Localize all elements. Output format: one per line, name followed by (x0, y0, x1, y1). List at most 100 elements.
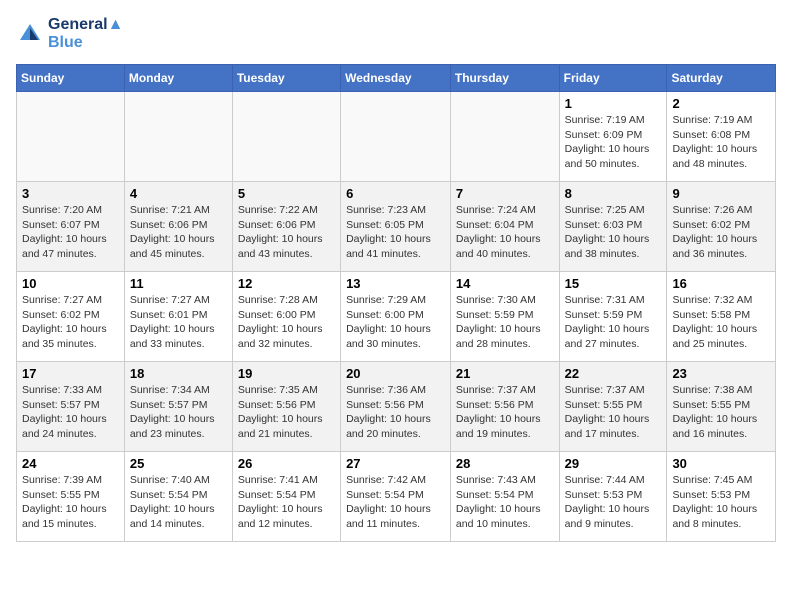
day-info: Sunrise: 7:19 AM Sunset: 6:09 PM Dayligh… (565, 113, 662, 172)
day-number: 25 (130, 456, 227, 471)
day-number: 12 (238, 276, 335, 291)
weekday-header: Saturday (667, 65, 776, 92)
calendar-cell: 7 Sunrise: 7:24 AM Sunset: 6:04 PM Daylig… (450, 182, 559, 272)
day-number: 27 (346, 456, 445, 471)
day-number: 19 (238, 366, 335, 381)
logo: General▲ Blue (16, 16, 123, 52)
calendar-cell: 15 Sunrise: 7:31 AM Sunset: 5:59 PM Dayli… (559, 272, 667, 362)
day-info: Sunrise: 7:21 AM Sunset: 6:06 PM Dayligh… (130, 203, 227, 262)
day-info: Sunrise: 7:32 AM Sunset: 5:58 PM Dayligh… (672, 293, 770, 352)
calendar-cell (124, 92, 232, 182)
day-number: 23 (672, 366, 770, 381)
day-info: Sunrise: 7:45 AM Sunset: 5:53 PM Dayligh… (672, 473, 770, 532)
day-info: Sunrise: 7:36 AM Sunset: 5:56 PM Dayligh… (346, 383, 445, 442)
day-info: Sunrise: 7:28 AM Sunset: 6:00 PM Dayligh… (238, 293, 335, 352)
calendar-cell (341, 92, 451, 182)
day-number: 17 (22, 366, 119, 381)
weekday-header: Sunday (17, 65, 125, 92)
calendar-week-row: 24Sunrise: 7:39 AM Sunset: 5:55 PM Dayli… (17, 452, 776, 542)
calendar-cell: 3 Sunrise: 7:20 AM Sunset: 6:07 PM Daylig… (17, 182, 125, 272)
logo-icon (16, 20, 44, 48)
day-number: 2 (672, 96, 770, 111)
day-info: Sunrise: 7:27 AM Sunset: 6:01 PM Dayligh… (130, 293, 227, 352)
calendar-cell: 8Sunrise: 7:25 AM Sunset: 6:03 PM Daylig… (559, 182, 667, 272)
calendar-cell: 17 Sunrise: 7:33 AM Sunset: 5:57 PM Dayli… (17, 362, 125, 452)
calendar-cell (17, 92, 125, 182)
calendar-cell: 18Sunrise: 7:34 AM Sunset: 5:57 PM Dayli… (124, 362, 232, 452)
calendar-cell: 23 Sunrise: 7:38 AM Sunset: 5:55 PM Dayli… (667, 362, 776, 452)
day-number: 10 (22, 276, 119, 291)
day-info: Sunrise: 7:44 AM Sunset: 5:53 PM Dayligh… (565, 473, 662, 532)
calendar-week-row: 3 Sunrise: 7:20 AM Sunset: 6:07 PM Daylig… (17, 182, 776, 272)
calendar-header-row: SundayMondayTuesdayWednesdayThursdayFrid… (17, 65, 776, 92)
day-info: Sunrise: 7:41 AM Sunset: 5:54 PM Dayligh… (238, 473, 335, 532)
day-info: Sunrise: 7:19 AM Sunset: 6:08 PM Dayligh… (672, 113, 770, 172)
day-number: 20 (346, 366, 445, 381)
day-number: 28 (456, 456, 554, 471)
day-number: 15 (565, 276, 662, 291)
calendar-cell: 22Sunrise: 7:37 AM Sunset: 5:55 PM Dayli… (559, 362, 667, 452)
day-info: Sunrise: 7:24 AM Sunset: 6:04 PM Dayligh… (456, 203, 554, 262)
calendar-cell (232, 92, 340, 182)
day-info: Sunrise: 7:26 AM Sunset: 6:02 PM Dayligh… (672, 203, 770, 262)
calendar-week-row: 10 Sunrise: 7:27 AM Sunset: 6:02 PM Dayli… (17, 272, 776, 362)
day-info: Sunrise: 7:35 AM Sunset: 5:56 PM Dayligh… (238, 383, 335, 442)
day-number: 16 (672, 276, 770, 291)
day-info: Sunrise: 7:23 AM Sunset: 6:05 PM Dayligh… (346, 203, 445, 262)
calendar-cell: 24Sunrise: 7:39 AM Sunset: 5:55 PM Dayli… (17, 452, 125, 542)
calendar-cell: 14 Sunrise: 7:30 AM Sunset: 5:59 PM Dayli… (450, 272, 559, 362)
day-info: Sunrise: 7:25 AM Sunset: 6:03 PM Dayligh… (565, 203, 662, 262)
day-number: 11 (130, 276, 227, 291)
calendar-cell: 27 Sunrise: 7:42 AM Sunset: 5:54 PM Dayli… (341, 452, 451, 542)
calendar-cell: 19 Sunrise: 7:35 AM Sunset: 5:56 PM Dayli… (232, 362, 340, 452)
calendar-cell: 20 Sunrise: 7:36 AM Sunset: 5:56 PM Dayli… (341, 362, 451, 452)
weekday-header: Tuesday (232, 65, 340, 92)
day-number: 9 (672, 186, 770, 201)
day-number: 7 (456, 186, 554, 201)
calendar-table: SundayMondayTuesdayWednesdayThursdayFrid… (16, 64, 776, 542)
day-info: Sunrise: 7:43 AM Sunset: 5:54 PM Dayligh… (456, 473, 554, 532)
page-header: General▲ Blue (16, 16, 776, 52)
day-info: Sunrise: 7:33 AM Sunset: 5:57 PM Dayligh… (22, 383, 119, 442)
calendar-cell (450, 92, 559, 182)
calendar-week-row: 17 Sunrise: 7:33 AM Sunset: 5:57 PM Dayli… (17, 362, 776, 452)
day-info: Sunrise: 7:22 AM Sunset: 6:06 PM Dayligh… (238, 203, 335, 262)
day-info: Sunrise: 7:31 AM Sunset: 5:59 PM Dayligh… (565, 293, 662, 352)
weekday-header: Wednesday (341, 65, 451, 92)
calendar-cell: 28 Sunrise: 7:43 AM Sunset: 5:54 PM Dayli… (450, 452, 559, 542)
day-number: 29 (565, 456, 662, 471)
day-info: Sunrise: 7:30 AM Sunset: 5:59 PM Dayligh… (456, 293, 554, 352)
calendar-cell: 21Sunrise: 7:37 AM Sunset: 5:56 PM Dayli… (450, 362, 559, 452)
day-number: 4 (130, 186, 227, 201)
calendar-body: 1Sunrise: 7:19 AM Sunset: 6:09 PM Daylig… (17, 92, 776, 542)
day-info: Sunrise: 7:37 AM Sunset: 5:56 PM Dayligh… (456, 383, 554, 442)
weekday-header: Friday (559, 65, 667, 92)
day-info: Sunrise: 7:42 AM Sunset: 5:54 PM Dayligh… (346, 473, 445, 532)
day-number: 22 (565, 366, 662, 381)
day-number: 14 (456, 276, 554, 291)
calendar-cell: 25Sunrise: 7:40 AM Sunset: 5:54 PM Dayli… (124, 452, 232, 542)
day-info: Sunrise: 7:38 AM Sunset: 5:55 PM Dayligh… (672, 383, 770, 442)
calendar-cell: 26 Sunrise: 7:41 AM Sunset: 5:54 PM Dayli… (232, 452, 340, 542)
calendar-cell: 5 Sunrise: 7:22 AM Sunset: 6:06 PM Daylig… (232, 182, 340, 272)
day-info: Sunrise: 7:39 AM Sunset: 5:55 PM Dayligh… (22, 473, 119, 532)
weekday-header: Thursday (450, 65, 559, 92)
day-info: Sunrise: 7:34 AM Sunset: 5:57 PM Dayligh… (130, 383, 227, 442)
day-number: 30 (672, 456, 770, 471)
day-number: 3 (22, 186, 119, 201)
calendar-cell: 4 Sunrise: 7:21 AM Sunset: 6:06 PM Daylig… (124, 182, 232, 272)
calendar-cell: 11 Sunrise: 7:27 AM Sunset: 6:01 PM Dayli… (124, 272, 232, 362)
weekday-header: Monday (124, 65, 232, 92)
day-info: Sunrise: 7:27 AM Sunset: 6:02 PM Dayligh… (22, 293, 119, 352)
calendar-cell: 6Sunrise: 7:23 AM Sunset: 6:05 PM Daylig… (341, 182, 451, 272)
calendar-cell: 1Sunrise: 7:19 AM Sunset: 6:09 PM Daylig… (559, 92, 667, 182)
day-info: Sunrise: 7:29 AM Sunset: 6:00 PM Dayligh… (346, 293, 445, 352)
calendar-cell: 9 Sunrise: 7:26 AM Sunset: 6:02 PM Daylig… (667, 182, 776, 272)
calendar-cell: 13Sunrise: 7:29 AM Sunset: 6:00 PM Dayli… (341, 272, 451, 362)
calendar-cell: 10 Sunrise: 7:27 AM Sunset: 6:02 PM Dayli… (17, 272, 125, 362)
calendar-cell: 29 Sunrise: 7:44 AM Sunset: 5:53 PM Dayli… (559, 452, 667, 542)
day-number: 26 (238, 456, 335, 471)
calendar-week-row: 1Sunrise: 7:19 AM Sunset: 6:09 PM Daylig… (17, 92, 776, 182)
day-info: Sunrise: 7:20 AM Sunset: 6:07 PM Dayligh… (22, 203, 119, 262)
day-number: 5 (238, 186, 335, 201)
